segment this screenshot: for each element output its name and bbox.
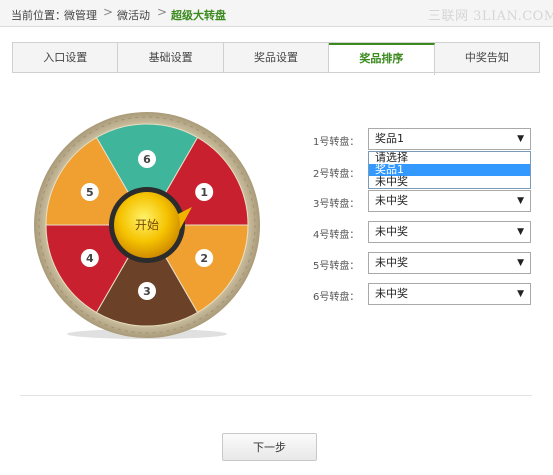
breadcrumb: 当前位置： 微管理 > 微活动 > 超级大转盘 三联网 3LIAN.COM — [0, 0, 553, 27]
breadcrumb-prefix: 当前位置： — [11, 9, 66, 22]
chevron-right-icon: > — [157, 5, 168, 19]
wheel-slot-label: 2号转盘： — [313, 169, 360, 180]
tab-prize-settings[interactable]: 奖品设置 — [224, 43, 330, 73]
wheel-slot-select-1[interactable]: 奖品1 ▼ — [368, 128, 531, 150]
wheel-slot-label: 1号转盘： — [313, 137, 360, 148]
select-value: 未中奖 — [375, 194, 408, 207]
breadcrumb-item-current: 超级大转盘 — [171, 9, 226, 22]
segment-number-label: 5 — [86, 186, 94, 199]
dropdown-arrow-icon: ▼ — [517, 289, 524, 299]
segment-number-label: 1 — [200, 186, 208, 199]
select-value: 未中奖 — [375, 256, 408, 269]
tab-prize-order[interactable]: 奖品排序 — [329, 43, 435, 75]
wheel-slot-select-3[interactable]: 未中奖 ▼ — [368, 190, 531, 212]
chevron-right-icon: > — [103, 5, 114, 19]
tab-basic-settings[interactable]: 基础设置 — [118, 43, 224, 73]
wheel-slot-dropdown-list: 请选择 奖品1 未中奖 — [368, 151, 531, 189]
dropdown-arrow-icon: ▼ — [517, 196, 524, 206]
dropdown-arrow-icon: ▼ — [517, 134, 524, 144]
segment-number-label: 2 — [200, 252, 208, 265]
wheel-slot-label: 5号转盘： — [313, 261, 360, 272]
breadcrumb-item-manage[interactable]: 微管理 — [64, 7, 97, 23]
wheel-slot-label: 6号转盘： — [313, 292, 360, 303]
tab-divider — [12, 72, 540, 73]
section-divider — [20, 395, 532, 396]
wheel-slot-select-5[interactable]: 未中奖 ▼ — [368, 252, 531, 274]
dropdown-arrow-icon: ▼ — [517, 227, 524, 237]
select-value: 未中奖 — [375, 287, 408, 300]
wheel-slot-label: 3号转盘： — [313, 199, 360, 210]
tab-bar: 入口设置 基础设置 奖品设置 奖品排序 中奖告知 — [12, 42, 540, 75]
breadcrumb-item-activity[interactable]: 微活动 — [117, 7, 150, 23]
wheel-slot-select-4[interactable]: 未中奖 ▼ — [368, 221, 531, 243]
dropdown-option[interactable]: 未中奖 — [369, 176, 530, 188]
wheel-graphic: 6 1 2 3 4 5 开始 — [34, 112, 260, 339]
select-value: 奖品1 — [375, 132, 404, 145]
select-value: 未中奖 — [375, 225, 408, 238]
segment-number-label: 4 — [86, 252, 94, 265]
start-button-label: 开始 — [135, 218, 159, 232]
dropdown-arrow-icon: ▼ — [517, 258, 524, 268]
watermark: 三联网 3LIAN.COM — [428, 9, 553, 24]
prize-wheel: 6 1 2 3 4 5 开始 — [34, 110, 260, 340]
segment-number-label: 6 — [143, 153, 151, 166]
tab-winner-notice[interactable]: 中奖告知 — [435, 43, 539, 73]
next-step-button[interactable]: 下一步 — [222, 433, 317, 461]
wheel-slot-label: 4号转盘： — [313, 230, 360, 241]
segment-number-label: 3 — [143, 285, 151, 298]
wheel-slot-select-6[interactable]: 未中奖 ▼ — [368, 283, 531, 305]
tab-entry-settings[interactable]: 入口设置 — [13, 43, 119, 73]
